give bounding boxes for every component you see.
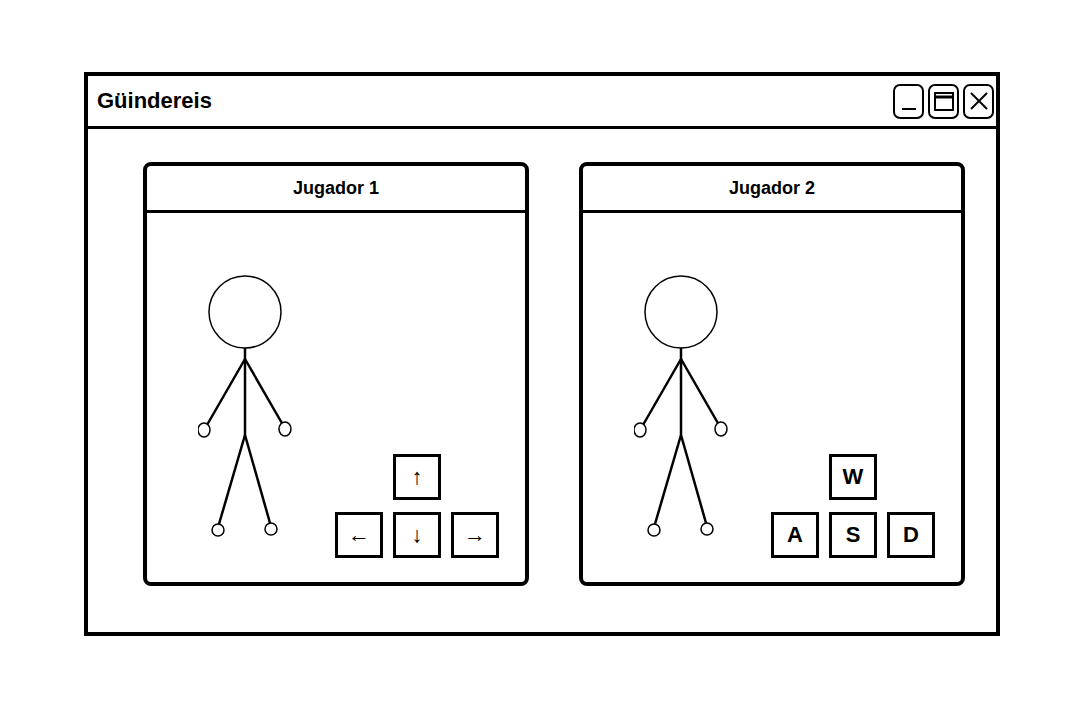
- minimize-button[interactable]: [893, 84, 924, 119]
- player-header: Jugador 2: [583, 166, 961, 213]
- up-key[interactable]: W: [829, 454, 877, 500]
- desktop: Güindereis Jugador 1 ↑←↓→ Jugador 2 WASD: [0, 0, 1080, 720]
- right-key[interactable]: →: [451, 512, 499, 558]
- player-body: WASD: [583, 213, 961, 582]
- player-body: ↑←↓→: [147, 213, 525, 582]
- right-key[interactable]: D: [887, 512, 935, 558]
- left-key[interactable]: A: [771, 512, 819, 558]
- maximize-icon: [933, 90, 955, 112]
- player-panel: Jugador 1 ↑←↓→: [143, 162, 529, 586]
- down-key[interactable]: ↓: [393, 512, 441, 558]
- player-header: Jugador 1: [147, 166, 525, 213]
- close-icon: [968, 90, 990, 112]
- minimize-icon: [898, 90, 920, 112]
- game-window: Güindereis Jugador 1 ↑←↓→ Jugador 2 WASD: [84, 72, 1000, 636]
- control-keys: ↑←↓→: [335, 454, 499, 558]
- control-keys: WASD: [771, 454, 935, 558]
- left-key[interactable]: ←: [335, 512, 383, 558]
- stick-figure-icon: [634, 275, 734, 545]
- stick-figure-icon: [198, 275, 298, 545]
- window-controls: [893, 84, 994, 119]
- title-bar: Güindereis: [88, 76, 996, 129]
- player-panel: Jugador 2 WASD: [579, 162, 965, 586]
- window-title: Güindereis: [97, 88, 212, 114]
- up-key[interactable]: ↑: [393, 454, 441, 500]
- players-area: Jugador 1 ↑←↓→ Jugador 2 WASD: [88, 129, 996, 632]
- maximize-button[interactable]: [928, 84, 959, 119]
- down-key[interactable]: S: [829, 512, 877, 558]
- close-button[interactable]: [963, 84, 994, 119]
